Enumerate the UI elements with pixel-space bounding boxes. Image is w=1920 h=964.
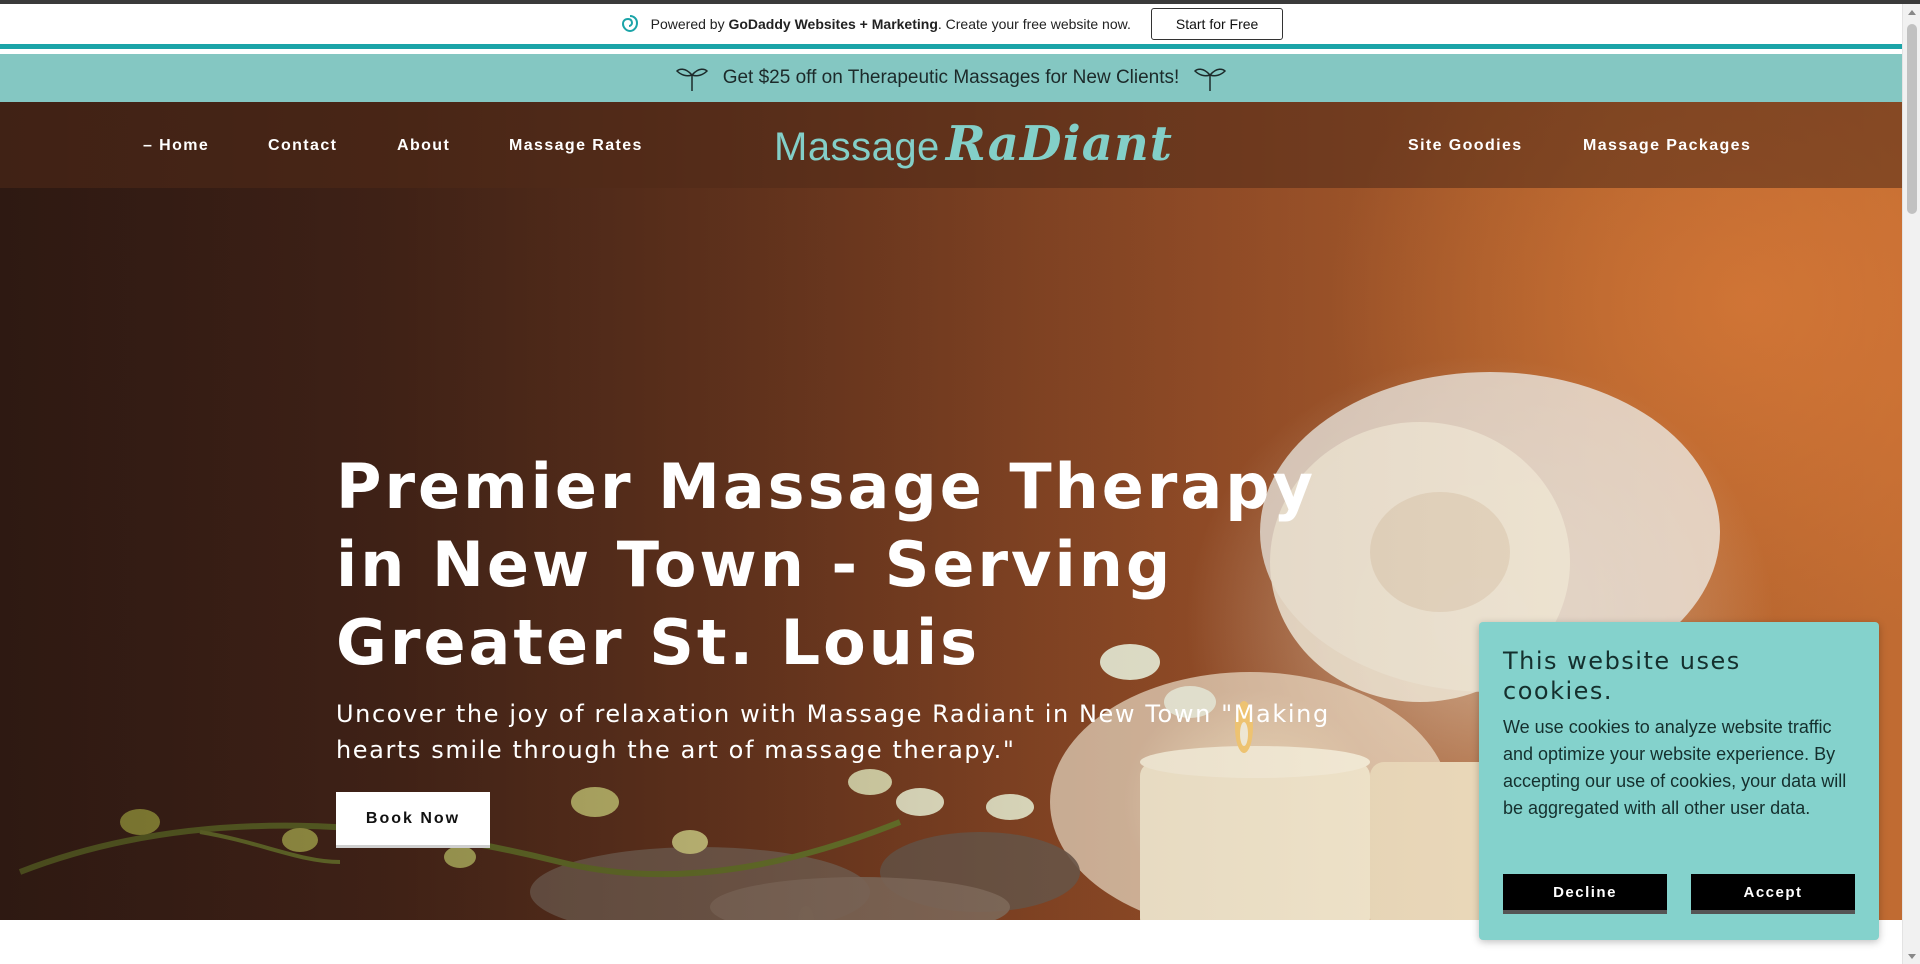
promo-text: Get $25 off on Therapeutic Massages for … [722, 67, 1180, 88]
scroll-up-arrow-icon[interactable] [1908, 10, 1916, 15]
book-now-button[interactable]: Book Now [336, 792, 490, 848]
logo-part-massage: Massage [774, 125, 940, 169]
logo-part-radiant: RaDiant [945, 116, 1173, 172]
hero-subtitle: Uncover the joy of relaxation with Massa… [336, 700, 1330, 764]
page-scrollbar[interactable] [1902, 4, 1920, 964]
godaddy-logo-icon [619, 13, 641, 35]
godaddy-prefix: Powered by [650, 16, 725, 32]
nav-item-massage-packages[interactable]: Massage Packages [1583, 137, 1751, 155]
scroll-down-arrow-icon[interactable] [1908, 954, 1916, 959]
start-for-free-button[interactable]: Start for Free [1150, 8, 1284, 40]
sprout-icon [1194, 68, 1227, 91]
godaddy-banner: Powered by GoDaddy Websites + Marketing.… [0, 4, 1902, 49]
nav-item-contact[interactable]: Contact [268, 137, 337, 155]
hero-title: Premier Massage Therapy in New Town - Se… [336, 450, 1317, 679]
cookie-banner: This website uses cookies. We use cookie… [1479, 622, 1879, 940]
site-logo[interactable]: Massage RaDiant [774, 116, 1173, 172]
godaddy-suffix: . Create your free website now. [937, 16, 1131, 32]
accept-button[interactable]: Accept [1691, 874, 1855, 914]
sprout-icon [675, 68, 708, 91]
promo-bar: Get $25 off on Therapeutic Massages for … [0, 54, 1902, 102]
cookie-button-row: Decline Accept [1503, 874, 1855, 914]
cookie-banner-body: We use cookies to analyze website traffi… [1503, 717, 1847, 818]
godaddy-brand: GoDaddy Websites + Marketing [728, 16, 938, 32]
nav-item-home[interactable]: – Home [143, 137, 209, 155]
godaddy-banner-text: Powered by GoDaddy Websites + Marketing.… [651, 16, 1131, 32]
nav-item-about[interactable]: About [397, 137, 450, 155]
decline-button[interactable]: Decline [1503, 874, 1667, 914]
cookie-banner-title: This website uses cookies. [1503, 647, 1741, 705]
nav-item-massage-rates[interactable]: Massage Rates [509, 137, 643, 155]
nav-item-site-goodies[interactable]: Site Goodies [1408, 137, 1523, 155]
scrollbar-thumb[interactable] [1907, 24, 1917, 214]
